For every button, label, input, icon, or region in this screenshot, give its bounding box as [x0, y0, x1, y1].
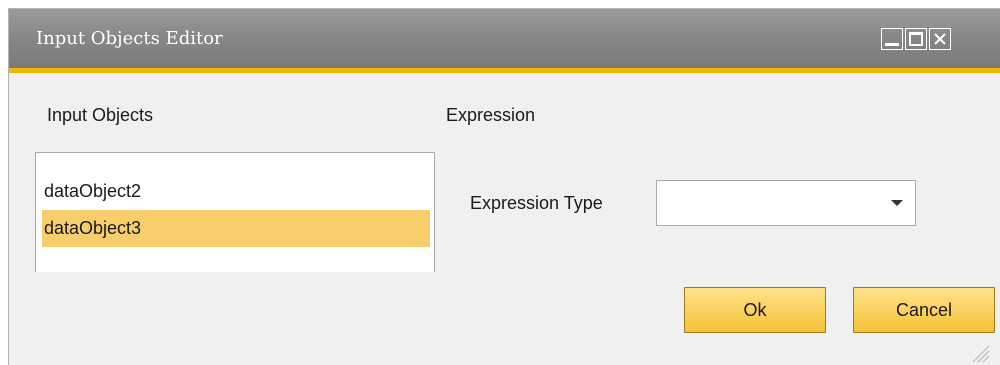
minimize-icon[interactable] — [881, 28, 903, 50]
resize-grip-icon[interactable] — [967, 342, 991, 364]
expression-type-label: Expression Type — [470, 193, 603, 213]
input-objects-list[interactable]: dataObject2 dataObject3 — [35, 152, 435, 272]
title-bar[interactable]: Input Objects Editor — [9, 9, 1000, 73]
window-title: Input Objects Editor — [36, 28, 223, 49]
maximize-icon[interactable] — [905, 28, 927, 50]
expression-label: Expression — [446, 105, 536, 125]
list-item[interactable]: dataObject2 — [42, 173, 430, 210]
list-item-selected[interactable]: dataObject3 — [42, 210, 430, 247]
cancel-button[interactable]: Cancel — [853, 287, 995, 333]
expression-type-dropdown[interactable] — [656, 180, 916, 226]
input-objects-editor-window: Input Objects Editor Input Objects Expre… — [8, 8, 1000, 365]
chevron-down-icon[interactable] — [891, 200, 903, 206]
close-icon[interactable] — [929, 28, 951, 50]
input-objects-label: Input Objects — [47, 105, 154, 125]
ok-button[interactable]: Ok — [684, 287, 826, 333]
